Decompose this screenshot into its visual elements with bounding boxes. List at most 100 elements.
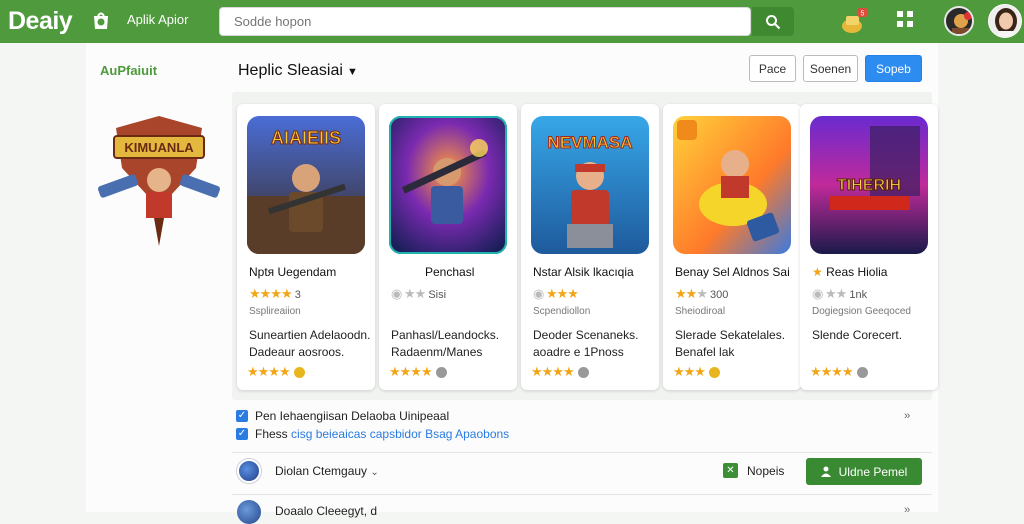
apps-grid-icon[interactable] bbox=[894, 8, 916, 30]
desc-line-2: Radaenm/Manes bbox=[391, 345, 483, 359]
rating-value: 1nk bbox=[849, 289, 868, 301]
app-category: Dogiegsion Geeqoced bbox=[812, 306, 911, 317]
section-title-text: Heplic Sleasiai bbox=[238, 62, 343, 79]
user-icon bbox=[820, 466, 831, 477]
app-description: Panhasl/Leandocks. Radaenm/Manes bbox=[391, 327, 499, 361]
category-label[interactable]: Doaalo Cleeegyt, d bbox=[275, 504, 377, 518]
desc-line-1: Deoder Scenaneks. bbox=[533, 328, 639, 342]
checkbox-row[interactable]: ✓ Fhess cisg beieaicas capsbidor Bsag Apa… bbox=[236, 427, 509, 441]
gift-icon[interactable]: 5 bbox=[840, 6, 868, 36]
brand-logo[interactable]: Deaiy bbox=[8, 7, 73, 36]
app-rating: ◉ ★★ 1nk bbox=[812, 286, 867, 302]
category-icon bbox=[237, 500, 261, 524]
app-description: Slende Corecert. bbox=[812, 327, 902, 344]
green-checkbox[interactable]: ✕ bbox=[723, 463, 738, 478]
chevron-down-icon: ⌄ bbox=[370, 467, 379, 478]
app-category: Ssplireaiion bbox=[249, 306, 301, 317]
card-stars: ★★★ bbox=[673, 364, 720, 380]
app-thumbnail bbox=[389, 116, 507, 254]
rating-stars: ◉ ★★ bbox=[391, 286, 426, 301]
rating-stars: ◉ ★★ bbox=[812, 286, 847, 301]
app-rating: ★★★ 300 bbox=[675, 286, 728, 302]
rating-value: 3 bbox=[294, 289, 301, 301]
rating-marker: ◉ bbox=[533, 286, 546, 301]
shopping-bag-icon[interactable] bbox=[91, 11, 111, 31]
gift-badge: 5 bbox=[861, 11, 865, 18]
checkbox-label: Nopeis bbox=[747, 464, 785, 478]
thumbnail-title: NEVMASA bbox=[547, 133, 632, 152]
app-card[interactable]: TIHERIH ★ Reas Hiolia ◉ ★★ 1nk Dogiegsio… bbox=[800, 104, 938, 390]
card-stars: ★★★★ bbox=[810, 364, 868, 380]
expand-arrow-icon[interactable]: ›› bbox=[904, 410, 910, 422]
desc-line-1: Panhasl/Leandocks. bbox=[391, 328, 500, 342]
badge-icon bbox=[577, 367, 589, 379]
app-thumbnail: AIAIEIIS bbox=[247, 116, 365, 254]
rating-stars: ★★★ bbox=[545, 286, 579, 301]
rating-stars: ★★ bbox=[675, 286, 697, 301]
search-button[interactable] bbox=[752, 7, 794, 36]
rating-stars-empty: ★ bbox=[696, 286, 708, 301]
search-box[interactable] bbox=[219, 7, 751, 36]
app-title[interactable]: ★ Reas Hiolia bbox=[812, 265, 887, 279]
category-icon bbox=[237, 459, 261, 483]
app-title[interactable]: Penchasl bbox=[425, 265, 474, 279]
rating-value: 300 bbox=[710, 289, 729, 301]
card-stars: ★★★★ bbox=[531, 364, 589, 380]
section-title[interactable]: Heplic Sleasiai ▼ bbox=[238, 62, 358, 80]
app-card[interactable]: AIAIEIIS Nptя Uegendam ★★★★ 3 Ssplireaii… bbox=[237, 104, 375, 390]
chevron-down-icon: ▼ bbox=[346, 66, 358, 78]
filter-button-1[interactable]: Pace bbox=[749, 55, 796, 82]
checkbox[interactable]: ✓ bbox=[236, 410, 248, 422]
game-avatar[interactable] bbox=[944, 6, 974, 36]
checkbox-link[interactable]: cisg beieaicas capsbidor Bsag Apaobons bbox=[291, 427, 509, 441]
app-description: Slerade Sekatelales. Benafel lak bbox=[675, 327, 785, 361]
app-title[interactable]: Nptя Uegendam bbox=[249, 265, 336, 279]
search-input[interactable] bbox=[220, 8, 750, 35]
game-badge-logo: KIMUANLA bbox=[97, 116, 221, 246]
app-description: Deoder Scenaneks. aoadre e 1Pnoss bbox=[533, 327, 638, 361]
badge-logo-text: KIMUANLA bbox=[124, 140, 194, 155]
app-rating: ◉ ★★★ bbox=[533, 286, 579, 302]
app-thumbnail: TIHERIH bbox=[810, 116, 928, 254]
app-subtitle: Aplik Apior bbox=[127, 12, 189, 27]
expand-arrow-icon[interactable]: ›› bbox=[904, 504, 910, 516]
badge-icon bbox=[435, 367, 447, 379]
app-description: Suneartien Adelaoodn. Dadeaur aosroos. bbox=[249, 327, 370, 361]
divider bbox=[232, 494, 932, 495]
thumbnail-title: AIAIEIIS bbox=[271, 128, 341, 148]
install-label: Uldne Pemel bbox=[838, 464, 908, 479]
app-title[interactable]: Nstar Alsik lkacıqia bbox=[533, 265, 634, 279]
desc-line-1: Suneartien Adelaoodn. bbox=[249, 328, 371, 342]
desc-line-2: aoadre e 1Pnoss bbox=[533, 345, 624, 359]
card-stars: ★★★★ bbox=[247, 364, 305, 380]
app-category: Sheiodiroal bbox=[675, 306, 726, 317]
primary-button[interactable]: Sopeb bbox=[865, 55, 922, 82]
checkbox-row[interactable]: ✓ Pen Iehaengiisan Delaoba Uinipeaal bbox=[236, 409, 449, 423]
rating-value: Sisi bbox=[428, 289, 447, 301]
card-stars: ★★★★ bbox=[389, 364, 447, 380]
thumbnail-title: TIHERIH bbox=[837, 177, 901, 194]
search-icon bbox=[766, 14, 781, 29]
divider bbox=[232, 452, 932, 453]
app-thumbnail bbox=[673, 116, 791, 254]
sidebar-label[interactable]: AuPfaiuit bbox=[100, 63, 157, 78]
user-avatar[interactable] bbox=[988, 4, 1022, 38]
app-card[interactable]: Penchasl ◉ ★★ Sisi Panhasl/Leandocks. Rad… bbox=[379, 104, 517, 390]
title-star-icon: ★ bbox=[812, 265, 823, 279]
desc-line-2: Benafel lak bbox=[675, 345, 735, 359]
checkbox-label: Fhess bbox=[255, 427, 288, 441]
install-button[interactable]: Uldne Pemel bbox=[806, 458, 922, 485]
app-thumbnail: NEVMASA bbox=[531, 116, 649, 254]
category-dropdown[interactable]: Diolan Ctemgauy ⌄ bbox=[275, 464, 379, 478]
desc-line-1: Slende Corecert. bbox=[812, 328, 903, 342]
coin-icon bbox=[708, 367, 720, 379]
category-label: Diolan Ctemgauy bbox=[275, 464, 368, 478]
app-title[interactable]: Benay Sel Aldnos Sai bbox=[675, 265, 790, 279]
coin-icon bbox=[293, 367, 305, 379]
app-card[interactable]: Benay Sel Aldnos Sai ★★★ 300 Sheiodiroal… bbox=[663, 104, 801, 390]
filter-button-2[interactable]: Soenen bbox=[803, 55, 858, 82]
app-category: Scpendiollon bbox=[533, 306, 591, 317]
app-card[interactable]: NEVMASA Nstar Alsik lkacıqia ◉ ★★★ Scpen… bbox=[521, 104, 659, 390]
app-rating: ◉ ★★ Sisi bbox=[391, 286, 446, 302]
checkbox[interactable]: ✓ bbox=[236, 428, 248, 440]
